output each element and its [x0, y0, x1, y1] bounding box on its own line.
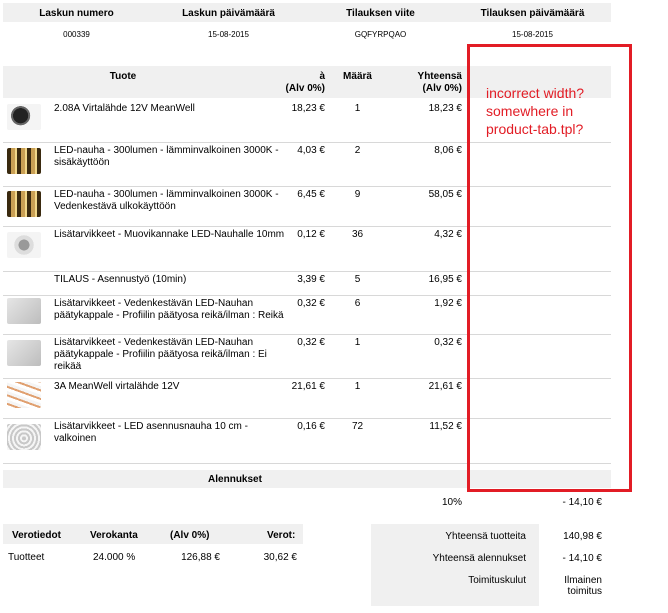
header-invoice-number: Laskun numero: [39, 8, 114, 19]
product-total: 58,05 €: [428, 189, 462, 200]
header-order-date: Tilauksen päivämäärä: [480, 8, 585, 19]
product-name: 2.08A Virtalähde 12V MeanWell: [54, 103, 195, 114]
tax-header-rate: Verokanta: [90, 530, 138, 541]
product-name: LED-nauha - 300lumen - lämminvalkoinen 3…: [54, 189, 279, 212]
product-unit-price: 0,16 €: [297, 421, 325, 432]
led-strip-thumbnail: [7, 148, 41, 174]
annotation-note: incorrect width? somewhere in product-ta…: [486, 85, 585, 137]
product-quantity: 9: [354, 189, 361, 200]
product-name: Lisätarvikkeet - Vedenkestävän LED-Nauha…: [54, 337, 267, 372]
strip-thumbnail: [7, 382, 41, 408]
total-discounts-label: Yhteensä alennukset: [432, 553, 526, 564]
col-unit-price: à (Alv 0%): [255, 71, 325, 95]
header-invoice-date: Laskun päivämäärä: [182, 8, 275, 19]
tax-header-taxes: Verot:: [267, 530, 296, 541]
product-quantity: 6: [354, 298, 361, 309]
product-total: 16,95 €: [428, 274, 462, 285]
product-unit-price: 18,23 €: [291, 103, 325, 114]
product-total: 1,92 €: [434, 298, 462, 309]
product-unit-price: 21,61 €: [291, 381, 325, 392]
total-discounts-value: - 14,10 €: [562, 553, 602, 564]
product-quantity: 72: [351, 421, 364, 432]
tax-header-base: (Alv 0%): [170, 530, 210, 541]
col-quantity: Määrä: [343, 71, 372, 82]
col-product: Tuote: [109, 71, 137, 82]
order-reference-value: GQFYRPQAO: [354, 30, 407, 39]
product-total: 18,23 €: [428, 103, 462, 114]
col-unit-price-line2: (Alv 0%): [285, 83, 325, 94]
product-quantity: 5: [354, 274, 361, 285]
product-name: LED-nauha - 300lumen - lämminvalkoinen 3…: [54, 145, 279, 168]
product-total: 0,32 €: [434, 337, 462, 348]
bracket-thumbnail: [7, 232, 41, 258]
product-quantity: 2: [354, 145, 361, 156]
shipping-value: Ilmainen toimitus: [564, 575, 602, 597]
product-unit-price: 4,03 €: [297, 145, 325, 156]
header-order-reference: Tilauksen viite: [346, 8, 415, 19]
product-name: Lisätarvikkeet - Vedenkestävän LED-Nauha…: [54, 298, 284, 321]
product-total: 8,06 €: [434, 145, 462, 156]
product-name: 3A MeanWell virtalähde 12V: [54, 381, 180, 392]
product-total: 4,32 €: [434, 229, 462, 240]
discount-percent: 10%: [441, 497, 462, 508]
total-products-label: Yhteensä tuotteita: [445, 531, 526, 542]
col-total-line1: Yhteensä: [417, 71, 462, 82]
product-unit-price: 0,12 €: [297, 229, 325, 240]
tax-header-info: Verotiedot: [12, 530, 61, 541]
coil-thumbnail: [7, 424, 41, 450]
product-unit-price: 3,39 €: [297, 274, 325, 285]
col-unit-price-line1: à: [319, 71, 325, 82]
order-date-value: 15-08-2015: [512, 30, 553, 39]
product-name: Lisätarvikkeet - Muovikannake LED-Nauhal…: [54, 229, 285, 240]
endcap-thumbnail: [7, 298, 41, 324]
invoice-number-value: 000339: [63, 30, 90, 39]
led-strip-thumbnail: [7, 190, 41, 217]
tax-row-taxes: 30,62 €: [263, 552, 297, 563]
product-total: 11,52 €: [429, 421, 462, 432]
product-name: Lisätarvikkeet - LED asennusnauha 10 cm …: [54, 421, 248, 444]
tax-row-base: 126,88 €: [181, 552, 220, 563]
adapter-thumbnail: [7, 103, 41, 130]
col-total: Yhteensä (Alv 0%): [390, 71, 462, 95]
product-unit-price: 6,45 €: [297, 189, 325, 200]
invoice-date-value: 15-08-2015: [208, 30, 249, 39]
product-name: TILAUS - Asennustyö (10min): [54, 274, 187, 285]
product-quantity: 1: [354, 337, 361, 348]
discount-amount: - 14,10 €: [562, 497, 602, 508]
product-quantity: 1: [354, 103, 361, 114]
col-total-line2: (Alv 0%): [422, 83, 462, 94]
discounts-title: Alennukset: [208, 474, 262, 485]
tax-row-rate: 24.000 %: [93, 552, 136, 563]
product-quantity: 36: [351, 229, 364, 240]
product-unit-price: 0,32 €: [297, 298, 325, 309]
endcap-thumbnail: [7, 340, 41, 366]
product-total: 21,61 €: [428, 381, 462, 392]
total-products-value: 140,98 €: [563, 531, 602, 542]
shipping-label: Toimituskulut: [468, 575, 526, 586]
tax-row-label: Tuotteet: [8, 552, 45, 563]
product-unit-price: 0,32 €: [297, 337, 325, 348]
product-quantity: 1: [354, 381, 361, 392]
